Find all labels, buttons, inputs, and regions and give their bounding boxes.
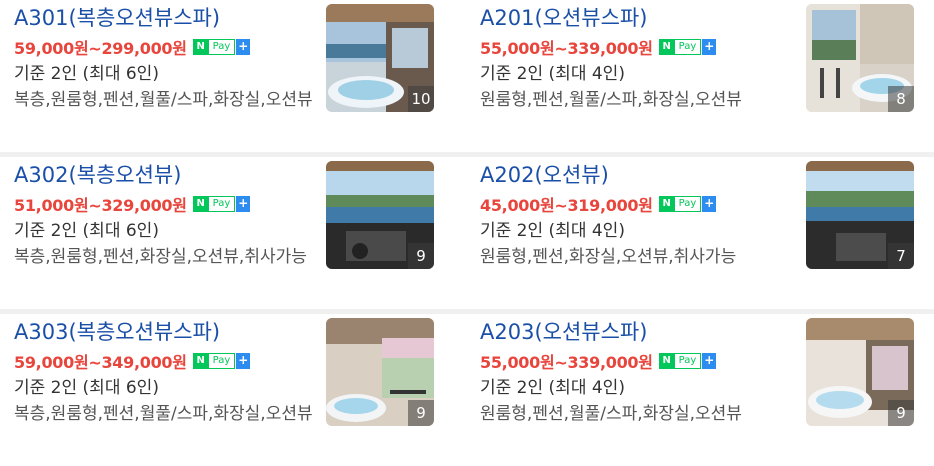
room-thumbnail[interactable]: 8 — [806, 4, 914, 112]
naver-pay-icon: N Pay + — [192, 196, 251, 212]
room-card-a302[interactable]: A302(복층오션뷰) 51,000원~329,000원 N Pay + 기준 2인… — [0, 157, 460, 309]
naver-pay-icon: N Pay + — [192, 39, 251, 55]
room-capacity: 기준 2인 (최대 4인) — [480, 64, 625, 84]
room-price: 55,000원~339,000원 — [480, 39, 653, 58]
photo-count: 10 — [408, 86, 434, 112]
room-title[interactable]: A203(오션뷰스파) — [480, 318, 796, 346]
room-card-a203[interactable]: A203(오션뷰스파) 55,000원~339,000원 N Pay + 기준 2인… — [456, 314, 934, 466]
room-title[interactable]: A301(복층오션뷰스파) — [14, 4, 330, 32]
room-info: A302(복층오션뷰) 51,000원~329,000원 N Pay + 기준 2인… — [14, 161, 330, 270]
room-thumbnail[interactable]: 9 — [326, 161, 434, 269]
room-thumbnail[interactable]: 7 — [806, 161, 914, 269]
room-capacity: 기준 2인 (최대 6인) — [14, 378, 159, 398]
room-price: 45,000원~319,000원 — [480, 196, 653, 215]
naver-pay-icon: N Pay + — [192, 353, 251, 369]
room-capacity: 기준 2인 (최대 4인) — [480, 378, 625, 398]
photo-count: 9 — [408, 400, 434, 426]
room-capacity: 기준 2인 (최대 6인) — [14, 221, 159, 241]
room-price: 59,000원~349,000원 — [14, 353, 187, 372]
price-row: 55,000원~339,000원 N Pay + — [480, 34, 796, 60]
room-thumbnail[interactable]: 9 — [806, 318, 914, 426]
room-thumbnail[interactable]: 9 — [326, 318, 434, 426]
room-info: A201(오션뷰스파) 55,000원~339,000원 N Pay + 기준 2인… — [480, 4, 796, 113]
room-card-a202[interactable]: A202(오션뷰) 45,000원~319,000원 N Pay + 기준 2인 (… — [456, 157, 934, 309]
room-title[interactable]: A202(오션뷰) — [480, 161, 796, 189]
room-list: A301(복층오션뷰스파) 59,000원~299,000원 N Pay + 기준 … — [0, 0, 934, 466]
room-info: A202(오션뷰) 45,000원~319,000원 N Pay + 기준 2인 (… — [480, 161, 796, 270]
room-features: 복층,원룸형,펜션,월풀/스파,화장실,오션뷰 — [14, 404, 313, 424]
room-info: A303(복층오션뷰스파) 59,000원~349,000원 N Pay + 기준 … — [14, 318, 330, 427]
room-title[interactable]: A201(오션뷰스파) — [480, 4, 796, 32]
room-thumbnail[interactable]: 10 — [326, 4, 434, 112]
naver-pay-icon: N Pay + — [658, 39, 717, 55]
room-features: 복층,원룸형,펜션,화장실,오션뷰,취사가능 — [14, 247, 307, 267]
room-features: 복층,원룸형,펜션,월풀/스파,화장실,오션뷰 — [14, 90, 313, 110]
room-features: 원룸형,펜션,화장실,오션뷰,취사가능 — [480, 247, 737, 267]
room-price: 55,000원~339,000원 — [480, 353, 653, 372]
room-price: 59,000원~299,000원 — [14, 39, 187, 58]
room-features: 원룸형,펜션,월풀/스파,화장실,오션뷰 — [480, 404, 742, 424]
price-row: 59,000원~299,000원 N Pay + — [14, 34, 330, 60]
price-row: 45,000원~319,000원 N Pay + — [480, 191, 796, 217]
room-title[interactable]: A303(복층오션뷰스파) — [14, 318, 330, 346]
room-capacity: 기준 2인 (최대 6인) — [14, 64, 159, 84]
room-price: 51,000원~329,000원 — [14, 196, 187, 215]
room-capacity: 기준 2인 (최대 4인) — [480, 221, 625, 241]
naver-pay-icon: N Pay + — [658, 353, 717, 369]
room-card-a201[interactable]: A201(오션뷰스파) 55,000원~339,000원 N Pay + 기준 2인… — [456, 0, 934, 152]
room-info: A203(오션뷰스파) 55,000원~339,000원 N Pay + 기준 2인… — [480, 318, 796, 427]
photo-count: 9 — [408, 243, 434, 269]
naver-pay-icon: N Pay + — [658, 196, 717, 212]
price-row: 55,000원~339,000원 N Pay + — [480, 348, 796, 374]
photo-count: 8 — [888, 86, 914, 112]
price-row: 51,000원~329,000원 N Pay + — [14, 191, 330, 217]
price-row: 59,000원~349,000원 N Pay + — [14, 348, 330, 374]
room-card-a303[interactable]: A303(복층오션뷰스파) 59,000원~349,000원 N Pay + 기준 … — [0, 314, 460, 466]
room-info: A301(복층오션뷰스파) 59,000원~299,000원 N Pay + 기준 … — [14, 4, 330, 113]
room-title[interactable]: A302(복층오션뷰) — [14, 161, 330, 189]
photo-count: 9 — [888, 400, 914, 426]
room-card-a301[interactable]: A301(복층오션뷰스파) 59,000원~299,000원 N Pay + 기준 … — [0, 0, 460, 152]
photo-count: 7 — [888, 243, 914, 269]
room-features: 원룸형,펜션,월풀/스파,화장실,오션뷰 — [480, 90, 742, 110]
